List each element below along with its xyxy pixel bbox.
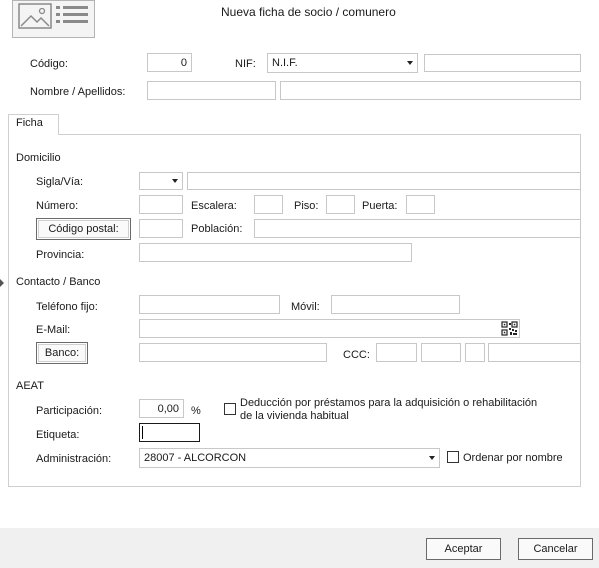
nif-label: NIF: [235, 58, 256, 70]
codigo-label: Código: [30, 58, 68, 70]
apellidos-input[interactable] [280, 81, 581, 100]
movil-input[interactable] [331, 295, 460, 314]
ccc-dc-input[interactable] [465, 343, 485, 362]
chevron-down-icon [429, 456, 435, 460]
telefono-input[interactable] [139, 295, 280, 314]
puerta-label: Puerta: [362, 200, 398, 212]
tab-ficha[interactable]: Ficha [8, 114, 59, 135]
aeat-section-title: AEAT [16, 380, 44, 392]
piso-label: Piso: [294, 200, 319, 212]
poblacion-label: Población: [191, 223, 243, 235]
provincia-input[interactable] [139, 243, 412, 262]
piso-input[interactable] [326, 195, 355, 214]
participacion-input[interactable]: 0,00 [139, 399, 184, 418]
etiqueta-label: Etiqueta: [36, 429, 80, 441]
numero-label: Número: [36, 200, 79, 212]
nif-input[interactable] [424, 54, 581, 72]
provincia-label: Provincia: [36, 249, 85, 261]
banco-input[interactable] [139, 343, 327, 362]
banco-button[interactable]: Banco: [36, 342, 88, 364]
escalera-label: Escalera: [191, 200, 237, 212]
record-image-placeholder[interactable] [12, 0, 95, 38]
sigla-label: Sigla/Vía: [36, 176, 84, 188]
image-card-icon [18, 3, 88, 29]
chevron-down-icon [407, 61, 413, 65]
ordenar-checkbox[interactable] [447, 451, 459, 463]
dialog-title: Nueva ficha de socio / comunero [221, 5, 396, 19]
poblacion-input[interactable] [254, 219, 581, 238]
chevron-right-icon [0, 279, 4, 287]
nif-type-select[interactable]: N.I.F. [267, 53, 418, 73]
numero-input[interactable] [139, 195, 183, 214]
participacion-label: Participación: [36, 405, 103, 417]
dialog-footer [0, 528, 599, 568]
via-input[interactable] [187, 172, 581, 190]
administracion-select[interactable]: 28007 - ALCORCON [139, 448, 440, 468]
escalera-input[interactable] [254, 195, 283, 214]
ccc-entidad-input[interactable] [376, 343, 417, 362]
telefono-label: Teléfono fijo: [36, 301, 98, 313]
chevron-down-icon [172, 179, 178, 183]
deduccion-label-line2: de la vivienda habitual [240, 410, 349, 422]
puerta-input[interactable] [406, 195, 435, 214]
nombre-label: Nombre / Apellidos: [30, 86, 126, 98]
codigo-postal-button[interactable]: Código postal: [36, 218, 131, 240]
etiqueta-input[interactable] [139, 423, 200, 442]
qr-code-icon[interactable] [501, 321, 518, 336]
email-input[interactable] [139, 319, 520, 338]
cancel-button[interactable]: Cancelar [518, 538, 593, 560]
nif-type-value: N.I.F. [272, 57, 298, 69]
administracion-value: 28007 - ALCORCON [144, 452, 247, 464]
domicilio-section-title: Domicilio [16, 152, 61, 164]
administracion-label: Administración: [36, 453, 112, 465]
ordenar-label: Ordenar por nombre [463, 452, 563, 464]
tab-ficha-label: Ficha [16, 117, 43, 129]
deduccion-checkbox[interactable] [224, 403, 236, 415]
movil-label: Móvil: [291, 301, 320, 313]
sigla-select[interactable] [139, 172, 183, 190]
contacto-section-title: Contacto / Banco [16, 276, 101, 288]
deduccion-label-line1: Deducción por préstamos para la adquisic… [240, 397, 538, 409]
ccc-label: CCC: [343, 349, 370, 361]
text-cursor [142, 426, 143, 439]
ccc-oficina-input[interactable] [421, 343, 461, 362]
nombre-input[interactable] [147, 81, 276, 100]
codigo-input[interactable]: 0 [147, 53, 192, 72]
percent-sign: % [191, 405, 201, 417]
codigo-postal-input[interactable] [139, 219, 183, 238]
accept-button[interactable]: Aceptar [426, 538, 501, 560]
ccc-cuenta-input[interactable] [488, 343, 581, 362]
email-label: E-Mail: [36, 324, 71, 336]
